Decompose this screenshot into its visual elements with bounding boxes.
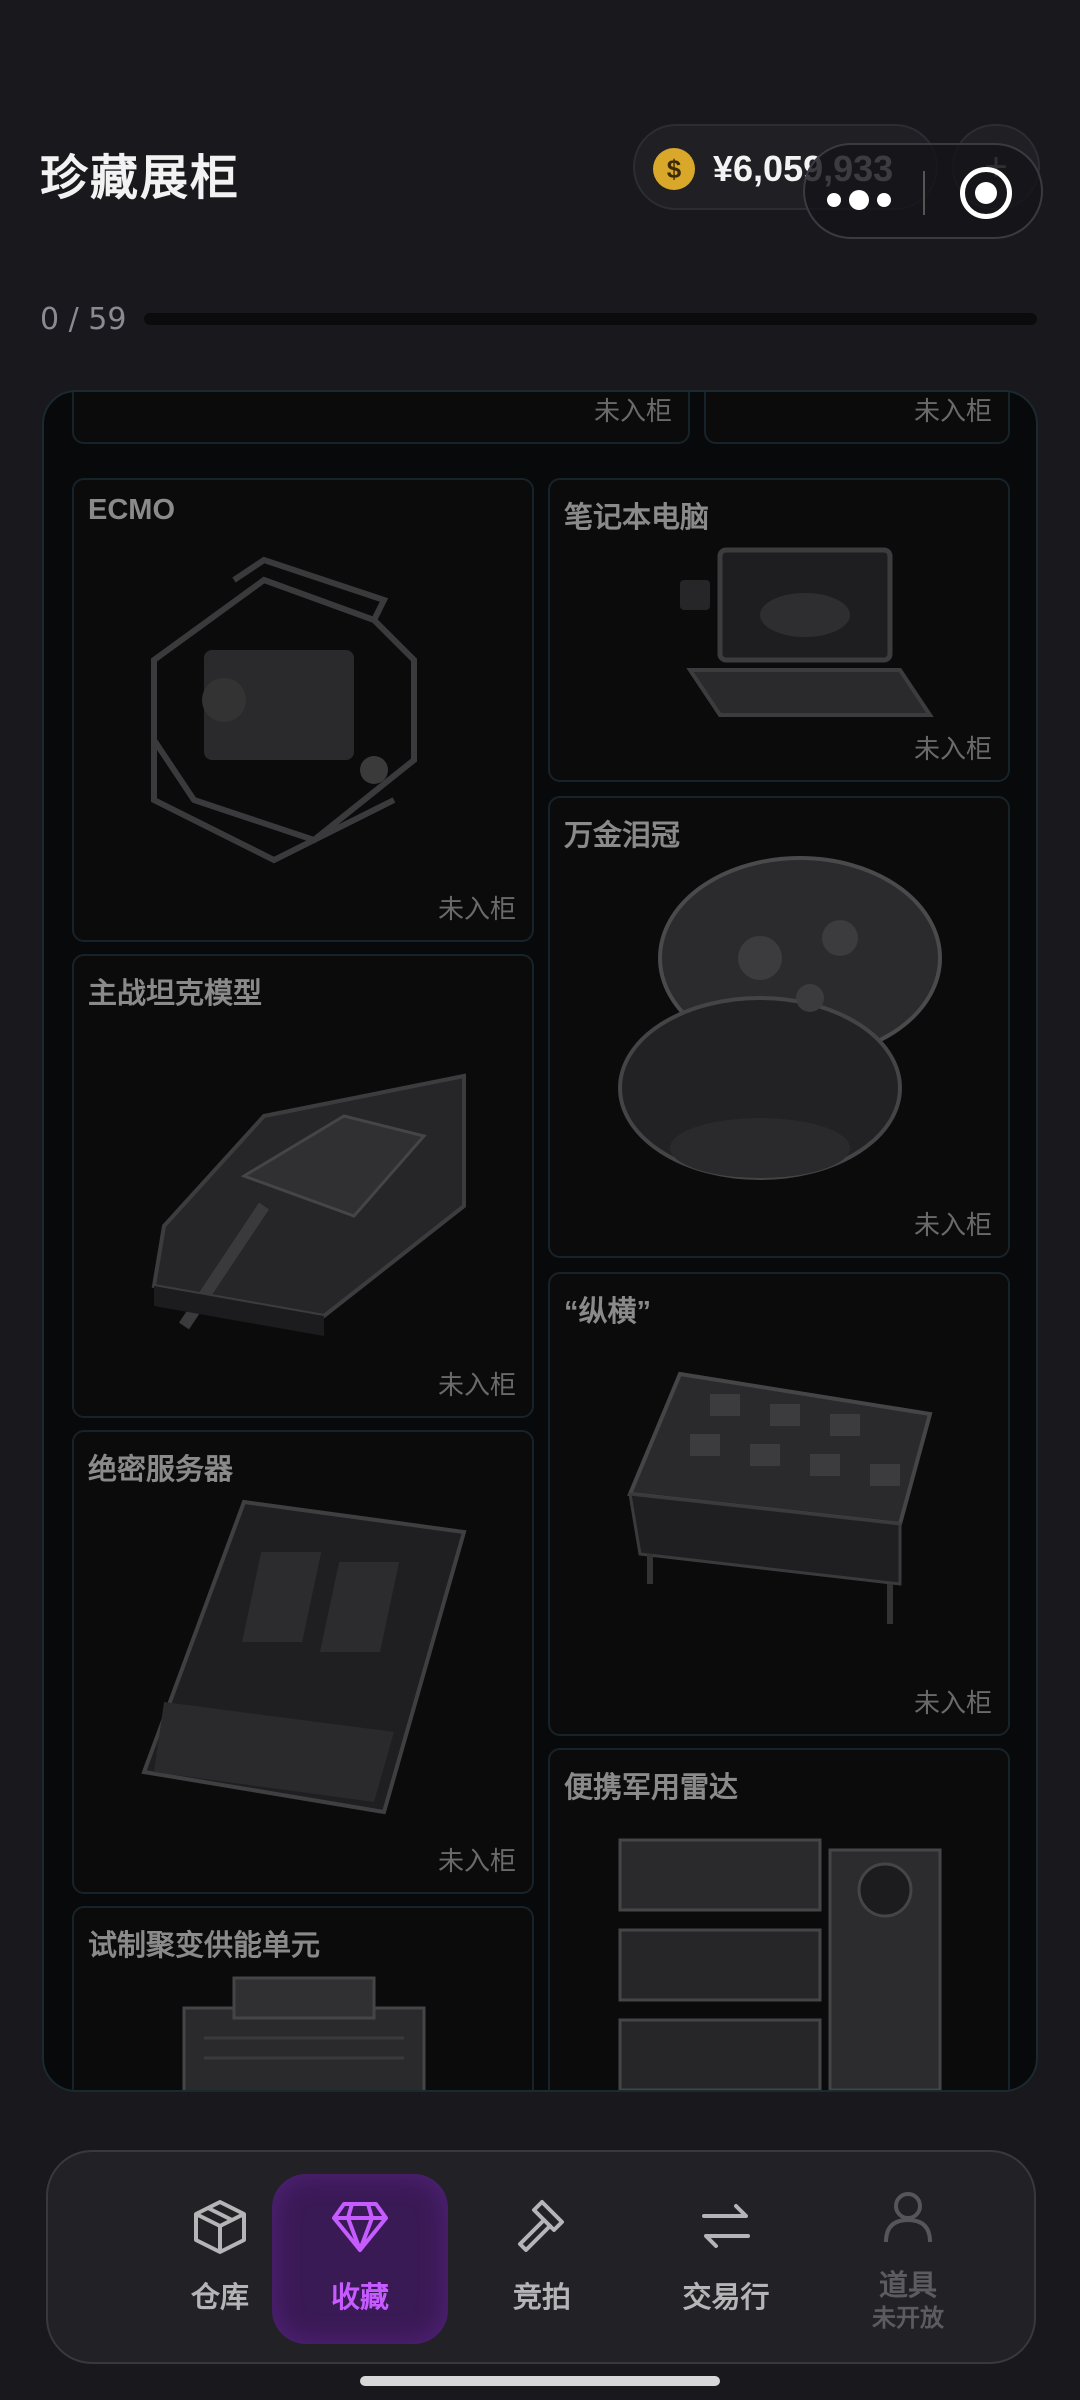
- collection-card-crown[interactable]: 万金泪冠 未入柜: [548, 796, 1010, 1258]
- tank-image: [151, 1073, 466, 1336]
- card-status: 未入柜: [913, 1688, 992, 1718]
- nav-label: 竞拍: [512, 2282, 571, 2314]
- collection-card[interactable]: 未入柜: [704, 392, 1010, 444]
- radar-image: [618, 1838, 942, 2090]
- dot-icon: [827, 193, 841, 207]
- ecmo-image: [151, 556, 417, 864]
- close-miniprogram-button[interactable]: [960, 167, 1012, 219]
- box-icon: [194, 2200, 246, 2254]
- diamond-icon: [332, 2202, 388, 2252]
- card-title: 主战坦克模型: [88, 978, 263, 1010]
- card-title: 笔记本电脑: [564, 502, 710, 534]
- card-title: “纵横”: [564, 1296, 652, 1328]
- collection-card-chess[interactable]: “纵横” 未入柜: [548, 1272, 1010, 1736]
- jeweled-egg-image: [618, 856, 942, 1180]
- capsule-divider: [923, 171, 925, 215]
- nav-item-auction[interactable]: 竞拍: [454, 2174, 630, 2344]
- chess-set-image: [627, 1371, 933, 1624]
- progress-count: 0 / 59: [40, 302, 127, 337]
- more-menu-button[interactable]: [827, 167, 937, 217]
- collection-card-ecmo[interactable]: ECMO 未入柜: [72, 478, 534, 942]
- server-image: [141, 1499, 467, 1815]
- card-status: 未入柜: [437, 1370, 516, 1400]
- card-status: 未入柜: [437, 1846, 516, 1876]
- collection-card[interactable]: 未入柜: [72, 392, 690, 444]
- collection-card-tank[interactable]: 主战坦克模型 未入柜: [72, 954, 534, 1418]
- page-title: 珍藏展柜: [40, 152, 241, 205]
- home-indicator[interactable]: [360, 2376, 720, 2386]
- dot-icon: [849, 190, 869, 210]
- nav-item-collection[interactable]: 收藏: [272, 2174, 448, 2344]
- card-title: 绝密服务器: [88, 1454, 234, 1486]
- nav-sublabel: 未开放: [872, 2305, 944, 2332]
- miniprogram-capsule: [803, 143, 1043, 239]
- nav-item-props[interactable]: 道具 未开放: [820, 2174, 996, 2344]
- laptop-image: [680, 547, 934, 717]
- person-icon: [884, 2192, 932, 2243]
- fusion-unit-image: [182, 1976, 426, 2090]
- gavel-icon: [518, 2200, 564, 2252]
- card-title: ECMO: [88, 494, 175, 526]
- progress-bar: [144, 313, 1037, 325]
- swap-icon: [702, 2204, 750, 2248]
- card-status: 未入柜: [913, 734, 992, 764]
- coin-icon: $: [653, 148, 695, 190]
- card-status: 未入柜: [437, 894, 516, 924]
- card-status: 未入柜: [913, 396, 992, 426]
- card-title: 试制聚变供能单元: [88, 1930, 321, 1962]
- collection-card-fusion[interactable]: 试制聚变供能单元: [72, 1906, 534, 2090]
- collection-cabinet[interactable]: 未入柜 未入柜 ECMO 未入柜 笔记本电脑 未入柜 万金泪冠 未入柜 主战坦克…: [42, 390, 1038, 2092]
- collection-card-server[interactable]: 绝密服务器 未入柜: [72, 1430, 534, 1894]
- collection-card-radar[interactable]: 便携军用雷达: [548, 1748, 1010, 2090]
- bottom-nav: 仓库 收藏 竞拍 交易行 道具 未开放: [46, 2150, 1036, 2364]
- card-title: 便携军用雷达: [564, 1772, 739, 1804]
- card-status: 未入柜: [593, 396, 672, 426]
- dot-icon: [877, 193, 891, 207]
- nav-label: 收藏: [330, 2282, 389, 2314]
- nav-item-market[interactable]: 交易行: [638, 2174, 814, 2344]
- collection-card-laptop[interactable]: 笔记本电脑 未入柜: [548, 478, 1010, 782]
- nav-label: 交易行: [682, 2282, 770, 2314]
- card-status: 未入柜: [913, 1210, 992, 1240]
